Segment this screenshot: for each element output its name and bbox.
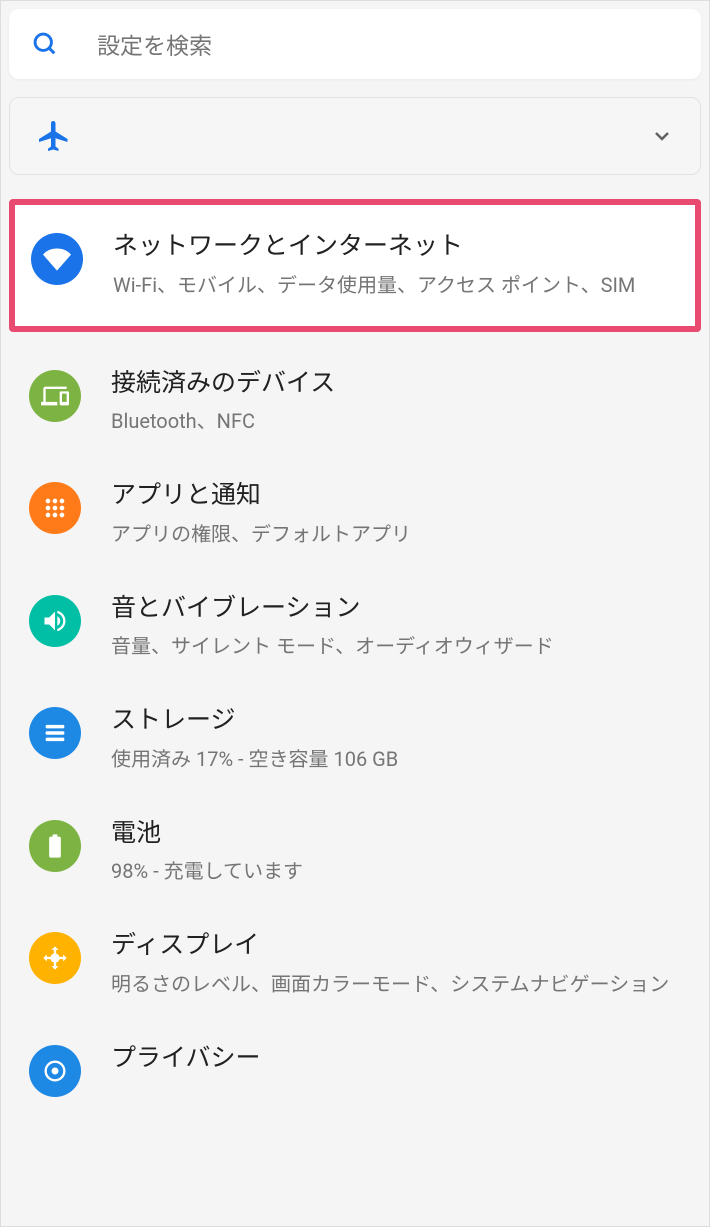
setting-text: アプリと通知 アプリの権限、デフォルトアプリ xyxy=(111,480,681,549)
setting-title: ネットワークとインターネット xyxy=(113,231,679,264)
display-icon xyxy=(29,932,81,984)
setting-storage[interactable]: ストレージ 使用済み 17% - 空き容量 106 GB xyxy=(13,683,697,796)
chevron-down-icon xyxy=(650,124,674,148)
airplane-icon xyxy=(36,118,72,154)
setting-display[interactable]: ディスプレイ 明るさのレベル、画面カラーモード、システムナビゲーション xyxy=(13,908,697,1021)
setting-subtitle: アプリの権限、デフォルトアプリ xyxy=(111,519,681,549)
privacy-icon xyxy=(29,1045,81,1097)
setting-title: プライバシー xyxy=(111,1043,681,1076)
search-placeholder: 設定を検索 xyxy=(97,27,212,61)
setting-text: ストレージ 使用済み 17% - 空き容量 106 GB xyxy=(111,705,681,774)
setting-subtitle: 98% - 充電しています xyxy=(111,856,681,886)
wifi-icon xyxy=(31,233,83,285)
setting-apps[interactable]: アプリと通知 アプリの権限、デフォルトアプリ xyxy=(13,458,697,571)
setting-subtitle: 明るさのレベル、画面カラーモード、システムナビゲーション xyxy=(111,969,681,999)
setting-privacy[interactable]: プライバシー xyxy=(13,1021,697,1119)
setting-title: 電池 xyxy=(111,818,681,851)
setting-text: 接続済みのデバイス Bluetooth、NFC xyxy=(111,368,681,437)
setting-title: ディスプレイ xyxy=(111,930,681,963)
setting-title: アプリと通知 xyxy=(111,480,681,513)
setting-subtitle: 音量、サイレント モード、オーディオウィザード xyxy=(111,631,681,661)
setting-text: ネットワークとインターネット Wi-Fi、モバイル、データ使用量、アクセス ポイ… xyxy=(113,231,679,300)
setting-subtitle: 使用済み 17% - 空き容量 106 GB xyxy=(111,744,681,774)
airplane-mode-card[interactable] xyxy=(9,97,701,175)
setting-title: ストレージ xyxy=(111,705,681,738)
setting-connected-devices[interactable]: 接続済みのデバイス Bluetooth、NFC xyxy=(13,346,697,459)
setting-battery[interactable]: 電池 98% - 充電しています xyxy=(13,796,697,909)
setting-subtitle: Bluetooth、NFC xyxy=(111,406,681,436)
search-bar: 設定を検索 xyxy=(9,9,701,79)
setting-network[interactable]: ネットワークとインターネット Wi-Fi、モバイル、データ使用量、アクセス ポイ… xyxy=(9,199,701,332)
setting-text: プライバシー xyxy=(111,1043,681,1082)
devices-icon xyxy=(29,370,81,422)
setting-text: ディスプレイ 明るさのレベル、画面カラーモード、システムナビゲーション xyxy=(111,930,681,999)
setting-text: 音とバイブレーション 音量、サイレント モード、オーディオウィザード xyxy=(111,593,681,662)
search-icon xyxy=(31,30,59,58)
battery-icon xyxy=(29,820,81,872)
apps-icon xyxy=(29,482,81,534)
settings-list: ネットワークとインターネット Wi-Fi、モバイル、データ使用量、アクセス ポイ… xyxy=(9,199,701,1119)
setting-sound[interactable]: 音とバイブレーション 音量、サイレント モード、オーディオウィザード xyxy=(13,571,697,684)
storage-icon xyxy=(29,707,81,759)
setting-text: 電池 98% - 充電しています xyxy=(111,818,681,887)
setting-subtitle: Wi-Fi、モバイル、データ使用量、アクセス ポイント、SIM xyxy=(113,270,679,300)
setting-title: 音とバイブレーション xyxy=(111,593,681,626)
sound-icon xyxy=(29,595,81,647)
setting-title: 接続済みのデバイス xyxy=(111,368,681,401)
